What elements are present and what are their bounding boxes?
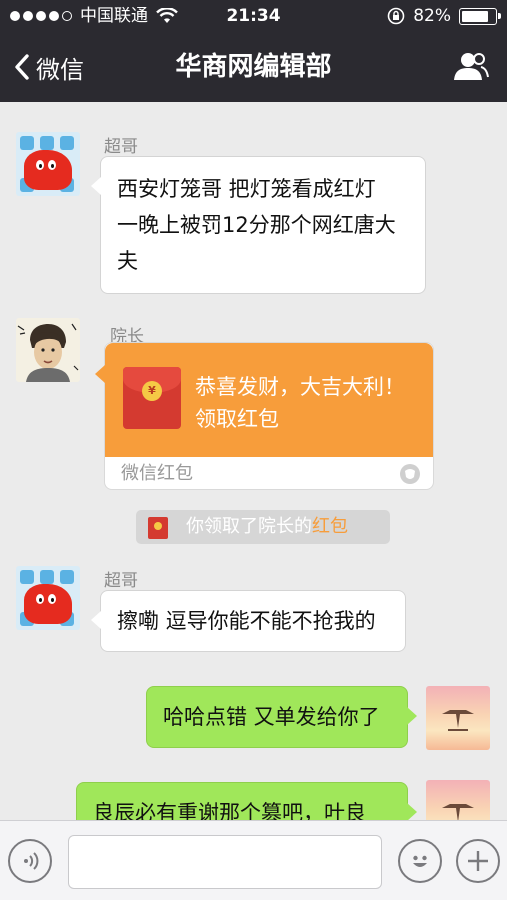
- sender-name: 超哥: [104, 571, 138, 591]
- chat-area[interactable]: 超哥 西安灯笼哥 把灯笼看成红灯 一晚上被罚12分那个网红唐大 夫 院长 ¥ 恭…: [0, 102, 507, 820]
- wechat-pay-shield-icon: [400, 464, 420, 484]
- rotation-lock-icon: [387, 7, 405, 25]
- red-packet-footer: 微信红包: [121, 463, 193, 484]
- sender-name: 超哥: [104, 137, 138, 157]
- system-notice: 你领取了院长的红包: [136, 510, 390, 544]
- avatar-chaoge[interactable]: [16, 566, 80, 630]
- notice-prefix: 你领取了院长的: [186, 516, 312, 537]
- person-icon: [454, 53, 489, 80]
- message-text: 擦嘞 逗导你能不能不抢我的: [117, 609, 376, 633]
- input-bar: [0, 820, 507, 900]
- status-right: 82%: [387, 0, 501, 32]
- plus-icon: [468, 851, 488, 871]
- status-bar: 中国联通 21:34 82%: [0, 0, 507, 32]
- voice-icon: [24, 852, 39, 870]
- message-line: 夫: [117, 249, 138, 273]
- message-input[interactable]: [68, 835, 382, 889]
- message-bubble[interactable]: 西安灯笼哥 把灯笼看成红灯 一晚上被罚12分那个网红唐大 夫: [91, 156, 426, 294]
- battery-icon: [459, 7, 501, 25]
- chat-info-button[interactable]: [453, 50, 489, 86]
- notice-text: 你领取了院长的红包: [186, 510, 348, 544]
- message-bubble[interactable]: 擦嘞 逗导你能不能不抢我的: [91, 590, 406, 652]
- avatar-chaoge[interactable]: [16, 132, 80, 196]
- portrait-image: [17, 323, 79, 382]
- emoji-button[interactable]: [398, 839, 442, 883]
- coin-icon: ¥: [142, 381, 162, 401]
- avatar-yuanzhang[interactable]: [16, 318, 80, 382]
- message-line: 西安灯笼哥 把灯笼看成红灯: [117, 177, 376, 201]
- red-packet-greeting: 恭喜发财，大吉大利！: [195, 375, 405, 399]
- red-envelope-icon: ¥: [123, 367, 181, 429]
- red-packet-action: 领取红包: [195, 407, 279, 431]
- more-button[interactable]: [456, 839, 500, 883]
- page-title: 华商网编辑部: [175, 52, 332, 82]
- battery-fill: [462, 10, 489, 22]
- message-text: 良辰必有重谢那个篡吧，叶良: [93, 801, 366, 820]
- red-packet-message: 恭喜发财，大吉大利！ 领取红包: [195, 371, 405, 435]
- smiley-icon: [413, 855, 427, 867]
- my-avatar-image: [442, 804, 474, 820]
- message-text: 哈哈点错 又单发给你了: [163, 705, 380, 729]
- red-packet-header: ¥ 恭喜发财，大吉大利！ 领取红包: [95, 343, 433, 457]
- top-bar: 中国联通 21:34 82% 微信 华商网编辑部: [0, 0, 507, 102]
- voice-button[interactable]: [8, 839, 52, 883]
- my-message-bubble[interactable]: 良辰必有重谢那个篡吧，叶良: [76, 782, 417, 820]
- battery-percent: 82%: [413, 6, 451, 26]
- red-packet-card[interactable]: ¥ 恭喜发财，大吉大利！ 领取红包 微信红包: [95, 342, 434, 490]
- message-line: 一晚上被罚12分那个网红唐大: [117, 213, 396, 237]
- notice-link[interactable]: 红包: [312, 516, 348, 537]
- avatar-me[interactable]: [426, 780, 490, 820]
- nav-bar: 微信 华商网编辑部: [0, 32, 507, 102]
- red-packet-mini-icon: [148, 517, 168, 539]
- avatar-me[interactable]: [426, 686, 490, 750]
- my-message-bubble[interactable]: 哈哈点错 又单发给你了: [146, 686, 417, 748]
- my-avatar-image: [442, 710, 474, 731]
